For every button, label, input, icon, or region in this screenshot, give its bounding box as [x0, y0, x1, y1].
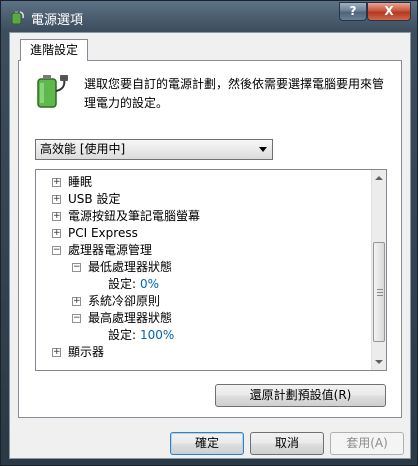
- title-bar[interactable]: 電源選項 ? X: [1, 1, 418, 33]
- plan-description: 選取您要自訂的電源計劃，然後依需要選擇電腦要用來管理電力的設定。: [84, 77, 385, 110]
- expand-icon[interactable]: +: [52, 229, 61, 238]
- battery-plug-icon: [32, 73, 70, 109]
- help-button[interactable]: ?: [339, 2, 367, 21]
- ok-button[interactable]: 確定: [170, 432, 244, 455]
- collapse-icon[interactable]: −: [72, 263, 81, 272]
- expand-icon[interactable]: +: [52, 348, 61, 357]
- grip-line: [377, 289, 383, 290]
- settings-tree[interactable]: + 睡眠 + USB 設定 + 電源按鈕及筆記電腦螢幕 + PCI Expres…: [35, 169, 387, 371]
- tab-advanced-settings[interactable]: 進階設定: [20, 39, 88, 61]
- setting-value[interactable]: 100%: [140, 327, 174, 344]
- dialog-client-area: 進階設定 選取您要自訂的電源計劃，然後依需要選擇電腦要用來管理電力的設定。 高效…: [9, 32, 411, 459]
- power-plan-value: 高效能 [使用中]: [40, 142, 126, 156]
- close-button[interactable]: X: [367, 2, 411, 21]
- expand-icon[interactable]: +: [52, 212, 61, 221]
- setting-label: 設定:: [108, 277, 137, 291]
- scroll-down-icon[interactable]: [375, 360, 383, 364]
- restore-plan-defaults-button[interactable]: 還原計劃預設值(R): [215, 384, 386, 407]
- tree-scrollbar[interactable]: [371, 170, 386, 370]
- collapse-icon[interactable]: −: [52, 246, 61, 255]
- expand-icon[interactable]: +: [52, 195, 61, 204]
- expand-icon[interactable]: +: [72, 297, 81, 306]
- power-options-icon: [9, 9, 25, 25]
- expand-icon[interactable]: +: [52, 178, 61, 187]
- setting-label: 設定:: [108, 328, 137, 342]
- power-options-window: 電源選項 ? X 進階設定 選取您要自訂的電源計劃，然後依需要選擇電腦要用來管理…: [0, 0, 418, 466]
- power-plan-select[interactable]: 高效能 [使用中]: [35, 139, 273, 160]
- scroll-up-icon[interactable]: [375, 176, 383, 180]
- setting-value[interactable]: 0%: [140, 276, 159, 293]
- cancel-button[interactable]: 取消: [250, 432, 324, 455]
- grip-line: [377, 295, 383, 296]
- apply-button[interactable]: 套用(A): [330, 432, 404, 455]
- settings-tree-content: + 睡眠 + USB 設定 + 電源按鈕及筆記電腦螢幕 + PCI Expres…: [52, 175, 201, 359]
- collapse-icon[interactable]: −: [72, 314, 81, 323]
- chevron-down-icon[interactable]: [259, 147, 267, 152]
- grip-line: [377, 292, 383, 293]
- scrollbar-thumb[interactable]: [373, 242, 385, 342]
- window-title: 電源選項: [31, 13, 84, 28]
